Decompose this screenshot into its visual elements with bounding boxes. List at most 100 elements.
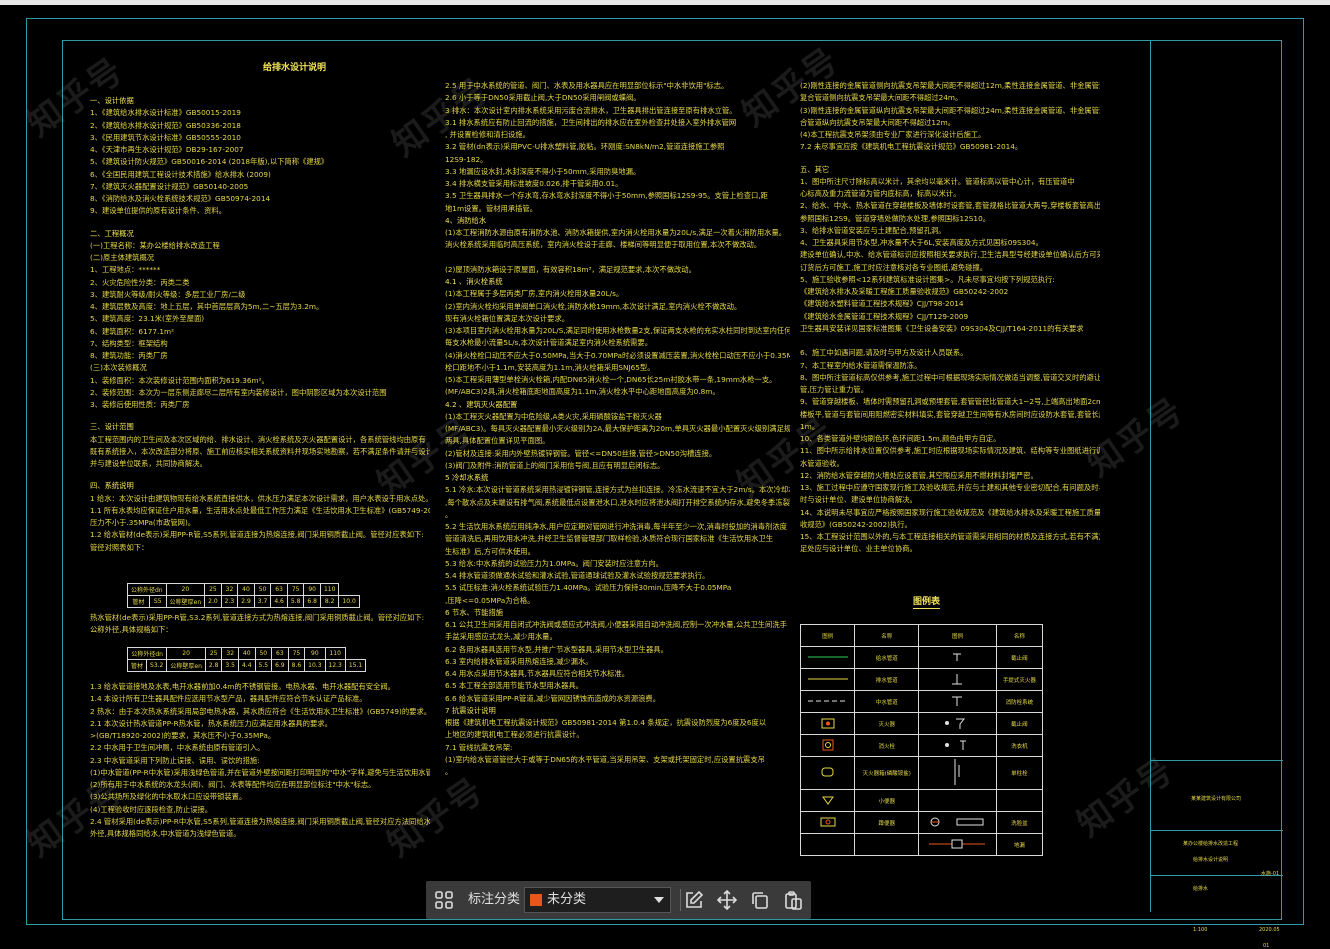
spec-wall-cell: 10.0 (338, 595, 360, 608)
legend-name: 地漏 (995, 833, 1044, 856)
legend-name (854, 833, 920, 856)
note-line: 7、《建筑灭火器配置设计规范》GB50140-2005 (90, 181, 249, 191)
spec-label: 公称外径dn (127, 583, 167, 596)
legend-table: 图例 名称 图例 名称 给水管道 截止阀 排水管道 手提式灭火器 中水管道 消防栓系统 灭火… (799, 624, 1044, 856)
note-line: 订货后方可施工,施工时应注意核对各专业图纸,避免碰撞。 (800, 262, 988, 272)
note-line: 2 热水：由于本次热水系统采用局部电热水器，其水质应符合《生活饮用水卫生标准》(… (90, 706, 430, 716)
section-heading: 6 节水、节能措施 (445, 607, 504, 617)
note-line: 5.2 生活饮用水系统应用纯净水,用户应定期对管网进行冲洗消毒,每半年至少一次,… (445, 522, 787, 531)
spec-wall-cell: 2.9 (237, 595, 255, 608)
note-line (90, 411, 430, 421)
note-line: 参照国标12S9。管道穿墙处做防水处理,参照国标12S10。 (800, 213, 991, 223)
spec-label: 公称外径dn (126, 647, 168, 660)
note-line: 5、《建筑设计防火规范》GB50016-2014 (2018年版),以下简称《建… (90, 157, 329, 167)
note-line: 现有消火栓箱位置满足本次设计要求。 (445, 313, 570, 323)
note-line: (1)本工程消防水源由原有消防水池、消防水箱提供,室内消火栓用水量为20L/s,… (445, 228, 787, 237)
title-block-date: 2020.05 (1259, 927, 1280, 933)
note-line: 复合管道侧向抗震支吊架最大间距不得超过24m。 (800, 93, 963, 103)
section-heading: 一、设计依据 (90, 96, 134, 105)
note-line: (3)刚性连接的金属管道纵向抗震支吊架最大间距不得超过24m,柔性连接金属管道、… (800, 105, 1100, 115)
note-line: 7.2 未尽事宜应按《建筑机电工程抗震设计规范》GB50981-2014。 (800, 142, 1023, 152)
note-line: 足处应与设计单位、业主单位协商。 (800, 544, 917, 554)
spec-wall-cell: 6.9 (271, 659, 289, 672)
note-line: 2、火灾危险性分类：丙类二类 (90, 277, 190, 287)
note-line: 水管道验收。 (800, 458, 844, 468)
category-select[interactable]: 未分类 (524, 887, 671, 913)
note-line: (3)阀门及附件:消防管道上的阀门采用信号阀,且应有明显启闭标志。 (445, 460, 665, 470)
chevron-down-icon (654, 897, 664, 903)
title-block-drawing-name: 给排水设计说明 (1193, 857, 1229, 863)
note-line: 6.3 室内给排水管道采用热熔连接,减少漏水。 (445, 656, 593, 666)
note-line: 3.1 排水系统应有防止回流的措施，卫生间排出的排水应在室外检查井处接入室外排水… (445, 117, 737, 127)
paste-icon[interactable] (783, 890, 803, 910)
title-block-page: 01 (1263, 943, 1270, 949)
legend-symbol (799, 668, 856, 691)
title-block-project: 某办公楼给排水改造工程 (1183, 841, 1239, 847)
spec-label: S5 (148, 595, 167, 608)
legend-name: 截止阀 (995, 646, 1044, 669)
note-line: 1、《建筑给水排水设计标准》GB50015-2019 (90, 108, 241, 118)
note-line: 2.1 本次设计热水管道PP-R热水管，热水系统压力应满足用水器具的要求。 (90, 718, 332, 728)
note-line: 12、消防给水管穿越防火墙处应设套管,其空隙应采用不燃材料封堵严密。 (800, 470, 1038, 480)
spec-wall-cell: 12.3 (324, 659, 346, 672)
note-line: 8、《消防给水及消火栓系统技术规范》GB50974-2014 (90, 194, 271, 203)
note-line: 卫生器具安装详见国家标准图集《卫生设备安装》09S304及CJJ/T164-20… (800, 323, 1084, 333)
note-line: 2.4 管材采用(de表示)PP-R中水管,S5系列,管道连接为热熔连接,阀门采… (90, 816, 430, 826)
note-line: 热水管材(de表示)采用PP-R管,S3.2系列,管道连接方式为热熔连接,阀门采… (90, 613, 425, 622)
spec-wall-cell: 2.3 (220, 595, 239, 608)
title-block-divider (1151, 830, 1283, 831)
spec-wall-cell: 5.5 (254, 659, 273, 672)
note-line: (4)工程验收时应逐段检查,防止误接。 (90, 804, 213, 814)
legend-symbol (799, 811, 856, 834)
title-block-number: 水施-01 (1261, 871, 1280, 877)
note-line: 5、建筑高度：23.1米(室外至屋面) (90, 314, 205, 324)
note-line: (2)管材及连接:采用内外壁热镀锌钢管。管径<=DN50丝接,管径>DN50沟槽… (445, 448, 717, 458)
spec-label: S3.2 (146, 659, 168, 672)
spec-wall-cell: 3.7 (253, 595, 272, 608)
spec-wall-cell: 6.8 (303, 595, 321, 608)
legend-header: 图例 (918, 624, 997, 647)
title-block-divider (1151, 760, 1283, 761)
spec-size-cell: 110 (319, 583, 340, 596)
section-heading: 四、系统说明 (90, 481, 134, 491)
move-icon[interactable] (716, 889, 738, 911)
note-line: 4、建筑层数及高度：地上五层，其中首层层高为5m,二~五层为3.2m。 (90, 302, 324, 311)
copy-icon[interactable] (750, 890, 770, 910)
note-line: 1.1 所有水表均应保证住户用水量，生活用水点处最低工作压力满足《生活饮用水卫生… (90, 505, 430, 515)
section-heading: 五、其它 (800, 164, 830, 174)
note-line: 既有系统接入，本次改造部分将原、施工前应核实相关系统资料并现场实地勘察，若不满足… (90, 446, 430, 456)
note-line: ,压降<=0.05MPa为合格。 (445, 595, 535, 605)
legend-name: 消火栓 (854, 734, 920, 757)
note-line: 14、本说明未尽事宜应严格按照国家现行施工验收规范及《建筑给水排水及采暖工程施工… (800, 507, 1100, 517)
spec-wall-cell: 8.6 (287, 659, 306, 672)
category-color-swatch (530, 894, 542, 906)
spec-size-cell: 75 (287, 647, 306, 660)
spec-size-cell: 110 (324, 647, 346, 660)
edit-icon[interactable] (684, 890, 704, 910)
note-line: 6、建筑面积：6177.1m² (90, 326, 174, 336)
note-line: (5)本工程采用薄型单栓消火栓箱,内配DN65消火栓一个,DN65长25m衬胶水… (445, 375, 777, 384)
note-line: 两具,具体配置位置详见平面图。 (445, 436, 550, 446)
section-heading: 4、消防给水 (445, 215, 487, 225)
spec-size-cell: 63 (270, 583, 288, 596)
legend-symbol (799, 734, 856, 757)
note-line: 《建筑给水排水及采暖工程施工质量验收规范》GB50242-2002 (800, 287, 1009, 296)
note-line: 压力不小于.35MPa(市政管网)。 (90, 518, 196, 527)
note-line: 2.6 小于等于DN50采用截止阀,大于DN50采用闸阀或蝶阀。 (445, 93, 641, 103)
note-line: 6.4 用水点采用节水器具,节水器具应符合相关节水标准。 (445, 669, 630, 678)
note-line: 。 (445, 767, 453, 776)
note-line: 9、管道穿越楼板、墙体时需预留孔洞或预埋套管,套管管径比管道大1~2号,上端高出… (800, 397, 1100, 407)
legend-header: 图例 (799, 624, 856, 647)
note-line: 根据《建筑机电工程抗震设计规范》GB50981-2014 第1.0.4 条规定，… (445, 718, 767, 727)
spec-size-cell: 50 (253, 583, 272, 596)
legend-symbol (918, 690, 997, 713)
legend-name: 消防栓系统 (995, 690, 1044, 713)
note-line: 手盆采用感应式龙头,减少用水量。 (445, 632, 557, 642)
spec-wall-cell: 10.3 (304, 659, 326, 672)
note-line: (1)本工程灭火器配置为中危险级,A类火灾,采用磷酸铵盐干粉灭火器 (445, 411, 662, 421)
grid-icon[interactable] (434, 890, 454, 910)
note-line: 8、建筑功能：丙类厂房 (90, 351, 168, 360)
legend-symbol (799, 690, 856, 713)
note-line: 楼板平,管道与套管间用阻燃密实材料填实,套管穿越卫生间等有水房间时应设防水套管,… (800, 409, 1100, 419)
note-line: 2、《建筑给水排水设计规范》GB50336-2018 (90, 120, 241, 130)
